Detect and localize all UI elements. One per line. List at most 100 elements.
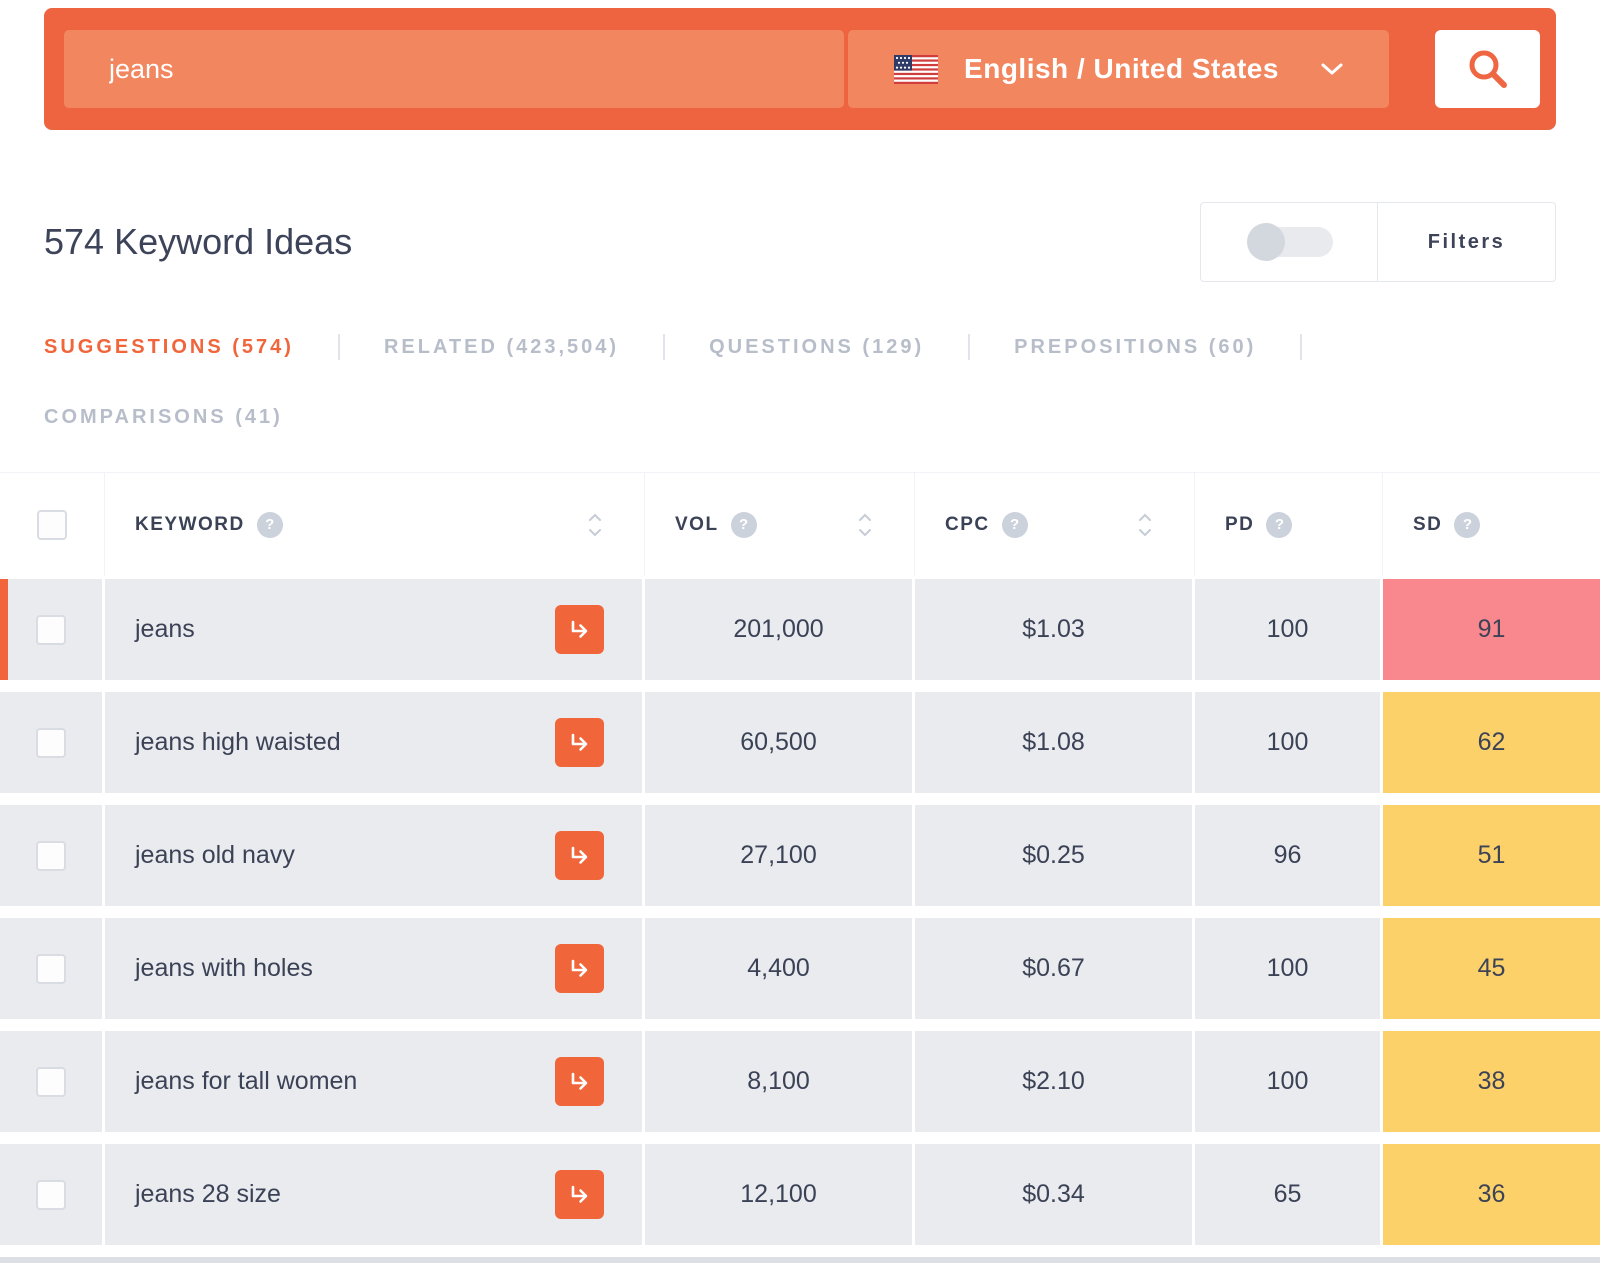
pd-value: 65 bbox=[1274, 1180, 1302, 1209]
sd-cell: 62 bbox=[1383, 692, 1600, 793]
filters-toggle[interactable] bbox=[1249, 227, 1333, 257]
help-icon[interactable] bbox=[1002, 512, 1028, 538]
volume-cell: 12,100 bbox=[645, 1144, 915, 1245]
partial-next-row bbox=[0, 1257, 1600, 1263]
column-header-pd[interactable]: PD bbox=[1195, 473, 1383, 576]
pd-cell: 100 bbox=[1195, 579, 1383, 680]
tabs-bar: SUGGESTIONS (574) RELATED (423,504) QUESTI… bbox=[44, 334, 1556, 430]
export-keyword-button[interactable] bbox=[555, 831, 604, 880]
language-selector[interactable]: English / United States bbox=[848, 30, 1389, 108]
keyword-text: jeans high waisted bbox=[135, 728, 341, 757]
sort-up-icon bbox=[588, 513, 602, 522]
column-header-vol[interactable]: VOL bbox=[645, 473, 915, 576]
volume-value: 60,500 bbox=[740, 728, 816, 757]
sort-icons[interactable] bbox=[588, 513, 602, 537]
column-header-sd[interactable]: SD bbox=[1383, 473, 1600, 576]
help-icon[interactable] bbox=[731, 512, 757, 538]
volume-value: 4,400 bbox=[747, 954, 810, 983]
keyword-table: KEYWORD VOL CPC PD bbox=[0, 472, 1600, 1263]
export-keyword-button[interactable] bbox=[555, 1057, 604, 1106]
tab-prepositions[interactable]: PREPOSITIONS (60) bbox=[1014, 334, 1302, 360]
arrow-export-icon bbox=[567, 1069, 593, 1095]
keyword-search-input[interactable] bbox=[64, 30, 844, 108]
sd-value: 36 bbox=[1478, 1180, 1506, 1209]
language-label: English / United States bbox=[964, 53, 1279, 85]
pd-value: 100 bbox=[1267, 728, 1309, 757]
table-header: KEYWORD VOL CPC PD bbox=[0, 472, 1600, 576]
column-label: KEYWORD bbox=[135, 514, 245, 536]
help-icon[interactable] bbox=[1454, 512, 1480, 538]
arrow-export-icon bbox=[567, 730, 593, 756]
row-checkbox-cell bbox=[0, 579, 105, 680]
sd-value: 45 bbox=[1478, 954, 1506, 983]
row-checkbox[interactable] bbox=[36, 1180, 66, 1210]
arrow-export-icon bbox=[567, 617, 593, 643]
sd-value: 51 bbox=[1478, 841, 1506, 870]
keyword-cell: jeans 28 size bbox=[105, 1144, 645, 1245]
export-keyword-button[interactable] bbox=[555, 944, 604, 993]
volume-value: 27,100 bbox=[740, 841, 816, 870]
cpc-cell: $0.67 bbox=[915, 918, 1195, 1019]
sort-down-icon bbox=[1138, 528, 1152, 537]
cpc-cell: $1.03 bbox=[915, 579, 1195, 680]
row-checkbox[interactable] bbox=[36, 728, 66, 758]
export-keyword-button[interactable] bbox=[555, 718, 604, 767]
pd-value: 100 bbox=[1267, 954, 1309, 983]
column-label: CPC bbox=[945, 514, 990, 536]
tab-suggestions[interactable]: SUGGESTIONS (574) bbox=[44, 334, 340, 360]
tab-related[interactable]: RELATED (423,504) bbox=[384, 334, 665, 360]
pd-cell: 100 bbox=[1195, 692, 1383, 793]
column-header-cpc[interactable]: CPC bbox=[915, 473, 1195, 576]
row-checkbox-cell bbox=[0, 918, 105, 1019]
search-bar: English / United States bbox=[44, 8, 1556, 130]
keyword-text: jeans bbox=[135, 615, 195, 644]
pd-cell: 100 bbox=[1195, 1031, 1383, 1132]
tab-comparisons[interactable]: COMPARISONS (41) bbox=[44, 404, 327, 430]
row-checkbox-cell bbox=[0, 1031, 105, 1132]
volume-cell: 8,100 bbox=[645, 1031, 915, 1132]
row-checkbox[interactable] bbox=[36, 841, 66, 871]
keyword-cell: jeans for tall women bbox=[105, 1031, 645, 1132]
cpc-value: $2.10 bbox=[1022, 1067, 1085, 1096]
column-header-keyword[interactable]: KEYWORD bbox=[105, 473, 645, 576]
volume-cell: 60,500 bbox=[645, 692, 915, 793]
volume-cell: 201,000 bbox=[645, 579, 915, 680]
magnifier-icon bbox=[1465, 46, 1511, 92]
volume-cell: 27,100 bbox=[645, 805, 915, 906]
row-checkbox[interactable] bbox=[36, 615, 66, 645]
cpc-value: $1.08 bbox=[1022, 728, 1085, 757]
select-all-checkbox[interactable] bbox=[37, 510, 67, 540]
filters-label[interactable]: Filters bbox=[1428, 231, 1506, 254]
help-icon[interactable] bbox=[1266, 512, 1292, 538]
sort-down-icon bbox=[858, 528, 872, 537]
cpc-cell: $2.10 bbox=[915, 1031, 1195, 1132]
pd-cell: 96 bbox=[1195, 805, 1383, 906]
sort-icons[interactable] bbox=[1138, 513, 1152, 537]
pd-cell: 65 bbox=[1195, 1144, 1383, 1245]
export-keyword-button[interactable] bbox=[555, 1170, 604, 1219]
arrow-export-icon bbox=[567, 1182, 593, 1208]
cpc-cell: $0.34 bbox=[915, 1144, 1195, 1245]
tab-questions[interactable]: QUESTIONS (129) bbox=[709, 334, 970, 360]
sort-icons[interactable] bbox=[858, 513, 872, 537]
keyword-cell: jeans high waisted bbox=[105, 692, 645, 793]
sd-cell: 38 bbox=[1383, 1031, 1600, 1132]
sd-cell: 51 bbox=[1383, 805, 1600, 906]
table-row: jeans 28 size 12,100 $0.34 65 36 bbox=[0, 1144, 1600, 1245]
cpc-value: $0.67 bbox=[1022, 954, 1085, 983]
table-row: jeans old navy 27,100 $0.25 96 51 bbox=[0, 805, 1600, 906]
header-checkbox-cell bbox=[0, 473, 105, 576]
table-row: jeans 201,000 $1.03 100 91 bbox=[0, 579, 1600, 680]
export-keyword-button[interactable] bbox=[555, 605, 604, 654]
keyword-cell: jeans with holes bbox=[105, 918, 645, 1019]
search-button[interactable] bbox=[1435, 30, 1540, 108]
sort-up-icon bbox=[1138, 513, 1152, 522]
sd-value: 91 bbox=[1478, 615, 1506, 644]
sd-value: 38 bbox=[1478, 1067, 1506, 1096]
keyword-cell: jeans old navy bbox=[105, 805, 645, 906]
row-checkbox[interactable] bbox=[36, 1067, 66, 1097]
pd-value: 100 bbox=[1267, 1067, 1309, 1096]
row-checkbox[interactable] bbox=[36, 954, 66, 984]
help-icon[interactable] bbox=[257, 512, 283, 538]
cpc-value: $0.34 bbox=[1022, 1180, 1085, 1209]
